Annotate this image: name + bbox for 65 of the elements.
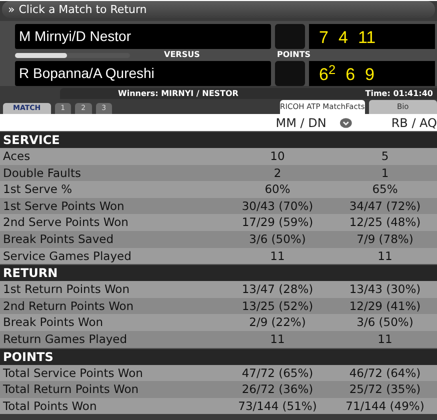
back-label: Click a Match to Return: [18, 3, 147, 16]
stat-value: 46/72 (64%): [348, 364, 422, 382]
swap-icon[interactable]: [340, 118, 352, 128]
stat-value: 13/25 (52%): [240, 298, 314, 314]
stat-label: Service Games Played: [2, 248, 132, 264]
stat-label: Break Points Saved: [2, 230, 115, 248]
back-bar[interactable]: » Click a Match to Return: [2, 1, 435, 18]
stat-value: 47/72 (65%): [240, 364, 314, 382]
stat-value: 11: [376, 330, 394, 348]
stat-value: 11: [376, 248, 394, 264]
stat-value: 13/47 (28%): [240, 281, 314, 298]
set-score: 9: [365, 64, 374, 86]
stat-label: Return Games Played: [2, 330, 128, 348]
stat-label: Total Service Points Won: [2, 364, 144, 382]
stat-value: 1: [380, 164, 390, 182]
stat-value: 10: [269, 148, 286, 165]
stat-label: Break Points Won: [2, 314, 104, 331]
stat-value: 12/25 (48%): [348, 214, 422, 231]
stat-value: 71/144 (49%): [344, 398, 426, 414]
team-name: R Bopanna/A Qureshi: [15, 61, 271, 86]
stat-value: 11: [269, 248, 286, 264]
stat-value: 11: [269, 330, 286, 348]
stat-value: 7/9 (78%): [356, 230, 414, 248]
stat-value: 60%: [264, 181, 292, 198]
stat-label: 2nd Serve Points Won: [2, 214, 130, 231]
match-time: Time: 01:41:40: [365, 88, 433, 99]
section-header: SERVICE: [0, 131, 437, 148]
section-header: POINTS: [0, 348, 437, 365]
stat-label: Aces: [2, 148, 32, 165]
versus-label: VERSUS: [164, 49, 200, 61]
stat-label: Total Return Points Won: [2, 381, 140, 398]
stat-value: 2: [272, 164, 282, 182]
stat-value: 26/72 (36%): [240, 381, 314, 398]
points-box: [275, 61, 305, 86]
stat-label: Double Faults: [2, 164, 82, 182]
column-header: RB / AQ: [391, 116, 437, 130]
winners-text: Winners: MIRNYI / NESTOR: [118, 88, 238, 99]
stat-value: 5: [380, 148, 390, 165]
stat-value: 73/144 (51%): [237, 398, 318, 414]
section-header: RETURN: [0, 264, 437, 282]
set-score: 6$^{2}$: [319, 61, 336, 86]
stat-value: 13/43 (30%): [348, 281, 422, 298]
stat-value: 12/29 (41%): [348, 298, 422, 314]
stat-value: 25/72 (35%): [348, 381, 422, 398]
stat-label: 2nd Return Points Won: [2, 298, 135, 314]
double-chevron-icon: »: [8, 3, 15, 16]
column-header: MM / DN: [276, 116, 326, 130]
set-score: 11: [358, 27, 376, 49]
stat-label: Total Points Won: [2, 398, 98, 414]
stat-label: 1st Serve Points Won: [2, 198, 126, 214]
set-score: 6: [346, 64, 356, 86]
points-box: [275, 24, 305, 49]
team-name: M Mirnyi/D Nestor: [15, 24, 271, 49]
stat-value: 30/43 (70%): [240, 198, 314, 214]
stat-value: 3/6 (50%): [248, 230, 307, 248]
stat-value: 2/9 (22%): [248, 314, 307, 331]
stat-value: 34/47 (72%): [348, 198, 422, 214]
points-label: POINTS: [277, 49, 311, 61]
set-score: 4: [338, 27, 348, 49]
stat-value: 17/29 (59%): [240, 214, 314, 231]
stat-label: 1st Serve %: [2, 181, 74, 198]
stat-label: 1st Return Points Won: [2, 281, 131, 298]
set-score: 7: [319, 27, 328, 49]
stat-value: 65%: [371, 181, 399, 198]
stat-value: 3/6 (50%): [356, 314, 414, 331]
